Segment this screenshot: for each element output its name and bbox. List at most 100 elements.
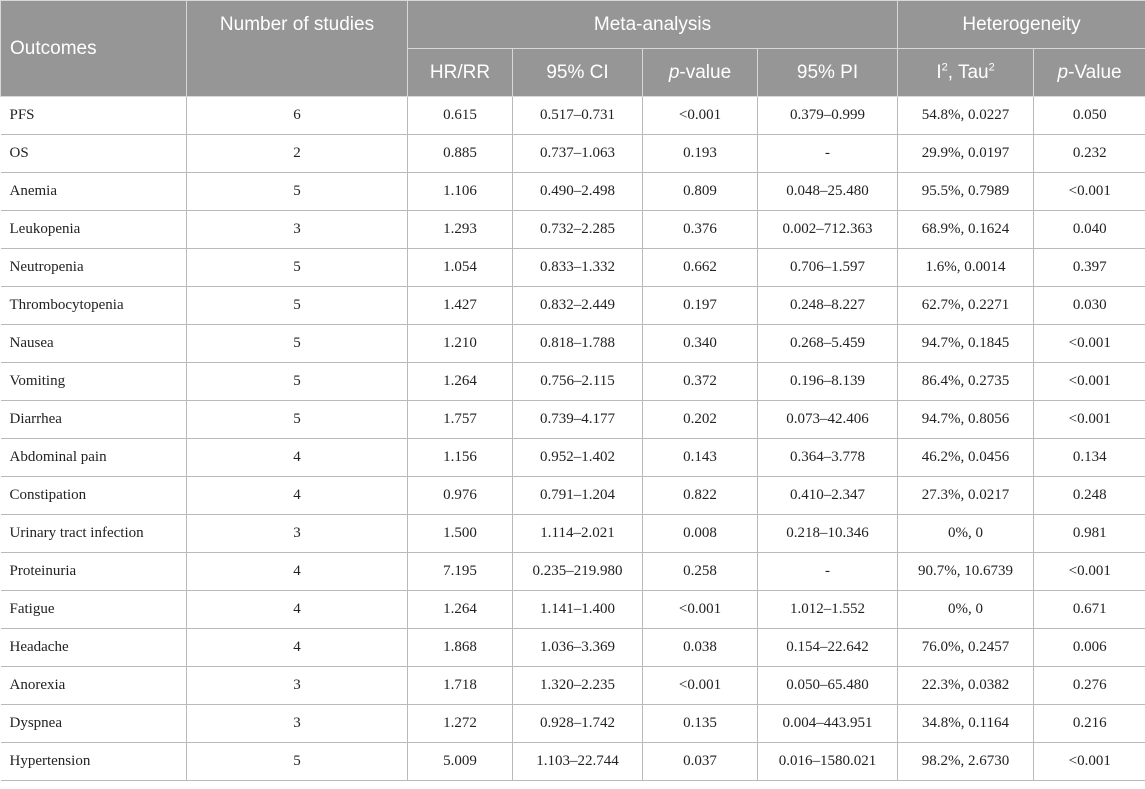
p-value-cell: 0.135	[642, 704, 758, 743]
p-value-cell: 0.143	[642, 438, 758, 477]
studies-cell: 2	[186, 134, 408, 173]
p-value-cell: 0.662	[642, 248, 758, 287]
pi-cell: 0.706–1.597	[756, 248, 899, 287]
ci-cell: 1.114–2.021	[512, 514, 643, 553]
outcome-cell: Anemia	[0, 172, 187, 211]
pi-cell: 0.048–25.480	[756, 172, 899, 211]
table-row: OS 2 0.885 0.737–1.063 0.193-29.9%, 0.0197 0.…	[0, 134, 1145, 173]
ci-cell: 1.320–2.235	[512, 666, 643, 705]
i2-tau2-cell: 22.3%, 0.0382	[897, 666, 1035, 705]
i2-tau2-cell: 54.8%, 0.0227	[897, 96, 1035, 135]
pi-cell: 0.154–22.642	[756, 628, 899, 667]
table-row: Urinary tract infection 3 1.500 1.114–2.021…	[0, 514, 1145, 553]
i2-tau2-cell: 62.7%, 0.2271	[897, 286, 1035, 325]
hr-rr-cell: 7.195	[407, 552, 513, 591]
table-row: Dyspnea 3 1.272 0.928–1.742 0.135 0.004–443.9…	[0, 704, 1145, 743]
p-value-cell: 0.258	[642, 552, 758, 591]
ci-cell: 0.490–2.498	[512, 172, 643, 211]
het-p-value-cell: 0.030	[1033, 286, 1145, 325]
header-het-p-value-suffix: -Value	[1068, 61, 1122, 83]
outcome-cell: PFS	[0, 96, 187, 135]
ci-cell: 1.103–22.744	[512, 742, 643, 781]
outcome-cell: Fatigue	[0, 590, 187, 629]
studies-cell: 3	[186, 666, 408, 705]
p-value-cell: 0.822	[642, 476, 758, 515]
outcome-cell: Diarrhea	[0, 400, 187, 439]
ci-cell: 0.952–1.402	[512, 438, 643, 477]
p-value-cell: 0.008	[642, 514, 758, 553]
header-p-value: p-value	[642, 48, 758, 97]
ci-cell: 0.732–2.285	[512, 210, 643, 249]
outcome-cell: Proteinuria	[0, 552, 187, 591]
studies-cell: 5	[186, 742, 408, 781]
studies-cell: 4	[186, 438, 408, 477]
studies-cell: 3	[186, 514, 408, 553]
ci-cell: 1.141–1.400	[512, 590, 643, 629]
header-tau-text: , Tau	[947, 61, 989, 83]
header-heterogeneity: Heterogeneity	[897, 0, 1145, 49]
studies-cell: 5	[186, 248, 408, 287]
pi-cell: 0.196–8.139	[756, 362, 899, 401]
het-p-value-cell: 0.276	[1033, 666, 1145, 705]
het-p-value-cell: <0.001	[1033, 742, 1145, 781]
table-row: Anorexia 3 1.718 1.320–2.235 <0.001 0.050–65.…	[0, 666, 1145, 705]
hr-rr-cell: 5.009	[407, 742, 513, 781]
studies-cell: 6	[186, 96, 408, 135]
table-row: Constipation 4 0.976 0.791–1.204 0.822 0.410–…	[0, 476, 1145, 515]
header-p-value-suffix: -value	[679, 61, 732, 83]
outcome-cell: Urinary tract infection	[0, 514, 187, 553]
pi-cell: 0.004–443.951	[756, 704, 899, 743]
header-row-top: Outcomes Number of studies Meta-analysis…	[0, 0, 1145, 97]
i2-tau2-cell: 0%, 0	[897, 590, 1035, 629]
studies-cell: 5	[186, 324, 408, 363]
hr-rr-cell: 1.272	[407, 704, 513, 743]
hr-rr-cell: 1.210	[407, 324, 513, 363]
hr-rr-cell: 1.156	[407, 438, 513, 477]
outcome-cell: Hypertension	[0, 742, 187, 781]
p-value-cell: 0.197	[642, 286, 758, 325]
hr-rr-cell: 1.718	[407, 666, 513, 705]
het-p-value-cell: <0.001	[1033, 324, 1145, 363]
outcome-cell: Vomiting	[0, 362, 187, 401]
het-p-value-cell: 0.248	[1033, 476, 1145, 515]
table-row: PFS 6 0.615 0.517–0.731 <0.001 0.379–0.999 54.…	[0, 96, 1145, 135]
p-value-cell: 0.372	[642, 362, 758, 401]
i2-tau2-cell: 86.4%, 0.2735	[897, 362, 1035, 401]
i2-tau2-cell: 1.6%, 0.0014	[897, 248, 1035, 287]
hr-rr-cell: 1.054	[407, 248, 513, 287]
p-value-cell: <0.001	[642, 666, 758, 705]
header-number-of-studies: Number of studies	[186, 0, 408, 97]
table-row: Hypertension 5 5.009 1.103–22.744 0.037 0.016…	[0, 742, 1145, 781]
table-row: Nausea 5 1.210 0.818–1.788 0.340 0.268–5.459 9…	[0, 324, 1145, 363]
table-row: Vomiting 5 1.264 0.756–2.115 0.372 0.196–8.13…	[0, 362, 1145, 401]
table-row: Abdominal pain 4 1.156 0.952–1.402 0.143 0.36…	[0, 438, 1145, 477]
het-p-value-cell: 0.006	[1033, 628, 1145, 667]
het-p-value-cell: 0.216	[1033, 704, 1145, 743]
p-value-cell: <0.001	[642, 590, 758, 629]
table-row: Leukopenia 3 1.293 0.732–2.285 0.376 0.002–71…	[0, 210, 1145, 249]
i2-tau2-cell: 76.0%, 0.2457	[897, 628, 1035, 667]
ci-cell: 0.833–1.332	[512, 248, 643, 287]
i2-tau2-cell: 0%, 0	[897, 514, 1035, 553]
studies-cell: 4	[186, 590, 408, 629]
i2-tau2-cell: 94.7%, 0.1845	[897, 324, 1035, 363]
header-outcomes: Outcomes	[0, 0, 187, 97]
pi-cell: 0.364–3.778	[756, 438, 899, 477]
het-p-value-cell: 0.040	[1033, 210, 1145, 249]
i2-tau2-cell: 29.9%, 0.0197	[897, 134, 1035, 173]
i2-tau2-cell: 46.2%, 0.0456	[897, 438, 1035, 477]
header-hr-rr: HR/RR	[407, 48, 513, 97]
p-value-cell: 0.037	[642, 742, 758, 781]
pi-cell: 0.016–1580.021	[756, 742, 899, 781]
p-value-cell: 0.038	[642, 628, 758, 667]
header-p-italic: p	[668, 61, 680, 83]
header-tau-sup: 2	[988, 61, 995, 74]
hr-rr-cell: 0.885	[407, 134, 513, 173]
hr-rr-cell: 0.976	[407, 476, 513, 515]
studies-cell: 4	[186, 476, 408, 515]
outcome-cell: Constipation	[0, 476, 187, 515]
table-row: Anemia 5 1.106 0.490–2.498 0.809 0.048–25.480…	[0, 172, 1145, 211]
outcome-cell: Headache	[0, 628, 187, 667]
studies-cell: 5	[186, 362, 408, 401]
hr-rr-cell: 1.293	[407, 210, 513, 249]
